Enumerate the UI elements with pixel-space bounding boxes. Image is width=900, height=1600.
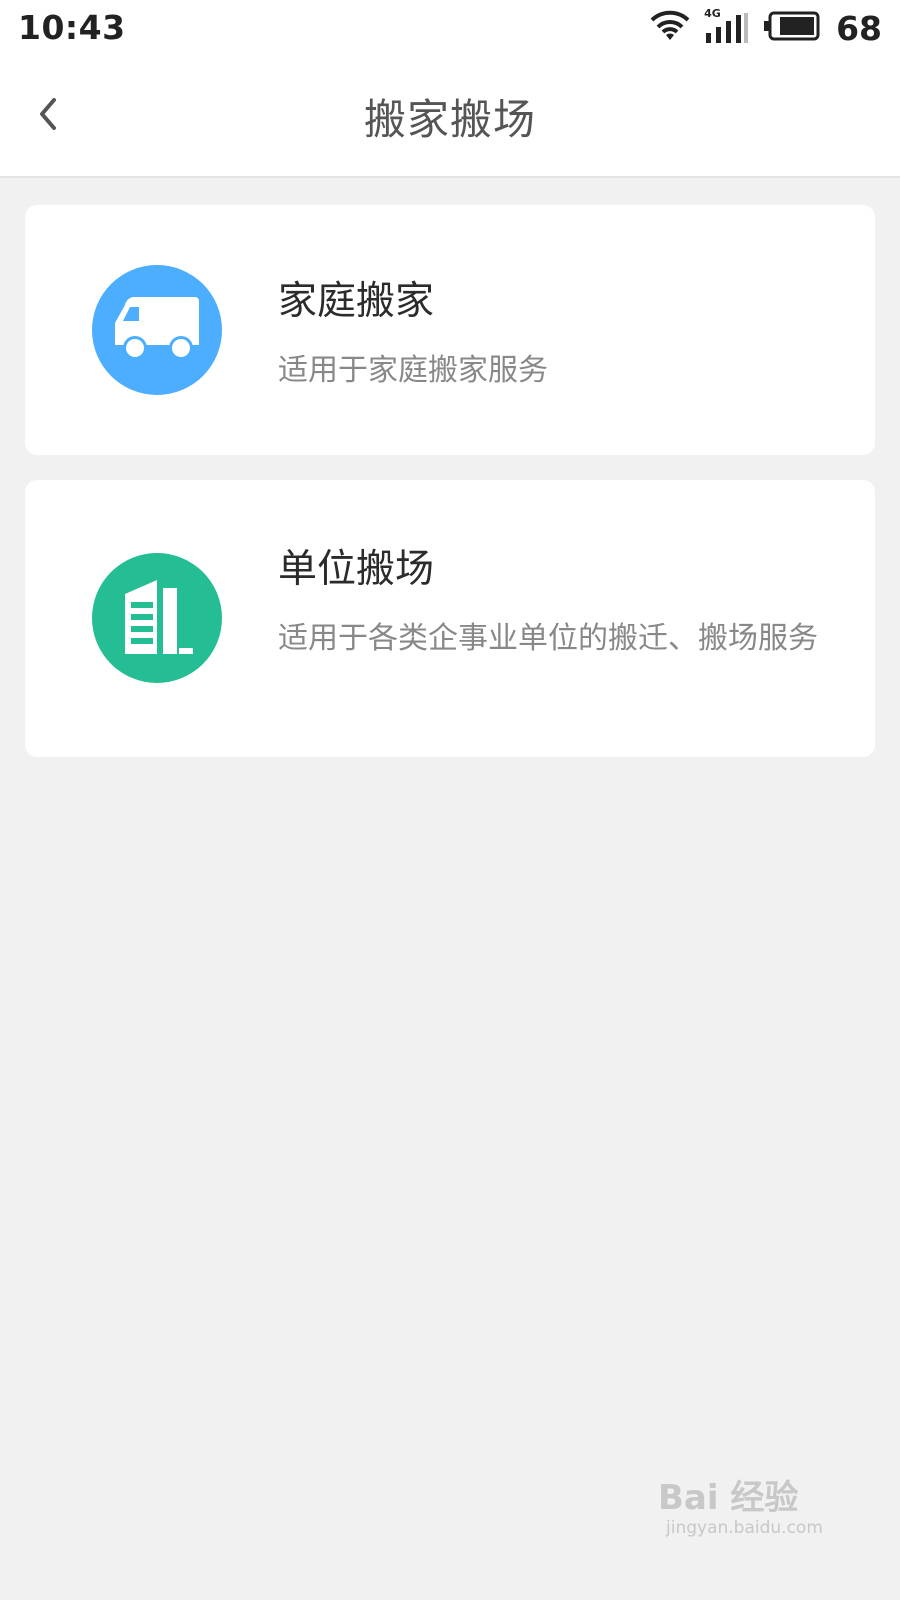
status-time: 10:43 [18,8,126,47]
wifi-icon [650,10,690,46]
service-card-office-moving[interactable]: 单位搬场 适用于各类企事业单位的搬迁、搬场服务 [25,480,875,757]
service-card-home-moving[interactable]: 家庭搬家 适用于家庭搬家服务 [25,205,875,455]
signal-icon: 4G [704,7,750,45]
watermark-brand: Bai 经验 [658,1478,799,1518]
status-bar: 10:43 4G 68 [0,0,900,56]
service-description: 适用于各类企事业单位的搬迁、搬场服务 [278,621,818,656]
battery-level: 68 [836,8,882,48]
service-title: 单位搬场 [278,547,435,592]
service-title: 家庭搬家 [278,279,435,324]
service-icon-circle [92,265,222,395]
baidu-watermark: Bai 经验 jingyan.baidu.com [658,1470,858,1550]
service-description: 适用于家庭搬家服务 [278,353,548,388]
watermark-url: jingyan.baidu.com [666,1518,823,1538]
building-icon [117,574,197,662]
status-icons: 4G 68 [650,7,882,48]
page-title: 搬家搬场 [363,95,536,144]
truck-icon [109,293,205,367]
battery-icon [764,11,822,45]
service-icon-circle [92,553,222,683]
nav-bar: 搬家搬场 [0,56,900,178]
